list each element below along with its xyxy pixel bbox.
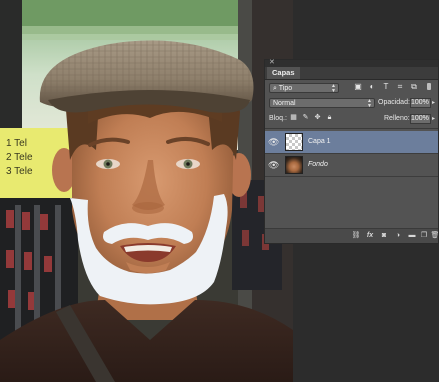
smart-object-filter-icon[interactable]: ⧉ [409,83,419,91]
chevron-down-icon[interactable]: ▸ [432,98,435,108]
new-layer-icon[interactable]: ❐ [419,232,429,240]
lock-position-icon[interactable]: ✥ [313,114,322,122]
sign-text-1: 1 Tel [6,138,27,149]
layer-name: Fondo [308,161,328,168]
panel-close-bar: ✕ [265,59,438,67]
blend-mode-select[interactable]: Normal ▲ ▼ [269,98,375,108]
eye-icon[interactable]: 👁︎ [268,160,279,170]
chevron-updown-icon: ▲ ▼ [367,98,372,109]
chevron-updown-icon: ▲ ▼ [331,83,336,94]
trash-icon[interactable]: 🗑︎ [430,232,439,240]
layer-name: Capa 1 [308,138,331,145]
link-icon[interactable]: ⛓︎ [351,232,361,240]
opacity-input[interactable]: 100% [410,98,431,108]
sign-text-2: 2 Tele [6,152,33,163]
lock-image-pixels-icon[interactable]: ✎ [301,114,310,122]
filter-toggle-icon[interactable] [425,83,433,91]
photoshop-workspace: 1 Tel 2 Tele 3 Tele ✕ Capas ⌕ Tipo ▲ ▼ ▣… [0,0,439,382]
photo-image: 1 Tel 2 Tele 3 Tele [0,0,293,382]
fill-input[interactable]: 100% [410,114,431,124]
lock-row: Bloq.: ▦ ✎ ✥ 🔒︎ Relleno: 100% ▸ [265,113,438,125]
adjustment-icon[interactable]: ◑ [393,232,403,240]
layers-panel: ✕ Capas ⌕ Tipo ▲▼ ▣ ◐ T ⌗ ⧉ Normal ▲▼ [264,59,439,244]
search-icon: ⌕ [273,85,277,92]
layer-row-fondo[interactable]: 👁︎ Fondo [265,154,438,177]
layer-row-capa-1[interactable]: 👁︎ Capa 1 [265,131,438,154]
adjustment-filter-icon[interactable]: ◐ [367,83,377,91]
layers-list: 👁︎ Capa 1 👁︎ Fondo [265,128,438,231]
opacity-label: Opacidad: [378,99,410,106]
document-canvas[interactable]: 1 Tel 2 Tele 3 Tele [0,0,293,382]
sign-text-3: 3 Tele [6,166,33,177]
layer-thumbnail [285,156,303,174]
group-folder-icon[interactable]: ▬ [407,232,417,240]
shape-filter-icon[interactable]: ⌗ [395,83,405,91]
close-icon[interactable]: ✕ [269,59,275,67]
layers-panel-toolbar: ⛓︎ fx ◙ ◑ ▬ ❐ 🗑︎ [265,228,439,243]
filter-kind-select[interactable]: ⌕ Tipo ▲ ▼ [269,83,339,93]
blend-mode-value: Normal [273,100,296,107]
mask-icon[interactable]: ◙ [379,232,389,240]
type-filter-icon[interactable]: T [381,83,391,91]
pixel-filter-icon[interactable]: ▣ [353,83,363,91]
lock-label: Bloq.: [269,115,287,122]
lock-transparent-pixels-icon[interactable]: ▦ [289,114,298,122]
layer-thumbnail [285,133,303,151]
panel-tab-bar: Capas [265,67,438,80]
filter-row: ⌕ Tipo ▲ ▼ ▣ ◐ T ⌗ ⧉ [265,82,438,94]
chevron-down-icon[interactable]: ▸ [432,114,435,124]
fill-label: Relleno: [384,115,410,122]
lock-all-icon[interactable]: 🔒︎ [325,114,334,122]
filter-kind-value: Tipo [278,85,293,92]
tab-layers[interactable]: Capas [267,67,300,79]
blend-row: Normal ▲ ▼ Opacidad: 100% ▸ [265,97,438,109]
eye-icon[interactable]: 👁︎ [268,137,279,147]
fx-icon[interactable]: fx [365,232,375,240]
